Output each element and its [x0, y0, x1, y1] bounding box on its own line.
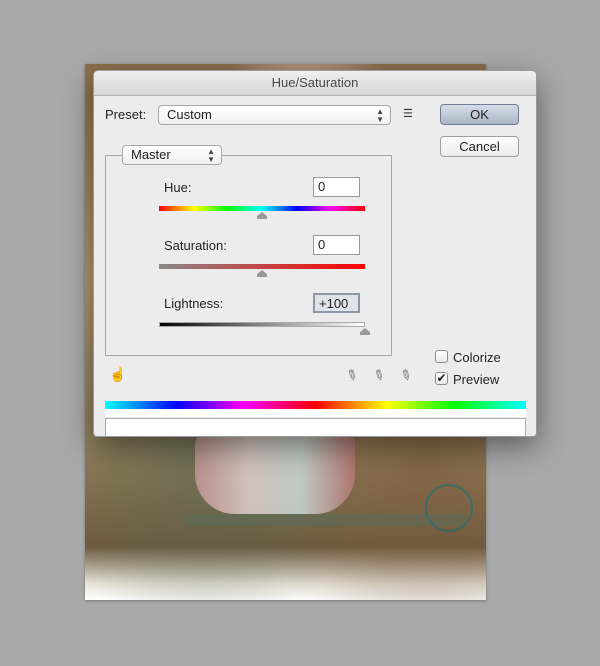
hue-slider-track[interactable] [159, 206, 365, 211]
image-detail-stamp [425, 484, 473, 532]
dialog-title[interactable]: Hue/Saturation [94, 71, 536, 96]
channel-value: Master [131, 147, 171, 162]
lightness-input[interactable]: +100 [313, 293, 360, 313]
lightness-label: Lightness: [164, 296, 224, 311]
ok-button[interactable]: OK [440, 104, 519, 125]
colorize-label[interactable]: Colorize [453, 350, 501, 365]
saturation-label: Saturation: [164, 238, 227, 253]
eyedropper-plus-icon[interactable]: ✎ [370, 365, 388, 386]
hue-saturation-dialog: Hue/Saturation Preset: Custom ▲ ▼ ☰ OK Ca… [93, 70, 537, 437]
spacer [105, 409, 526, 417]
lightness-slider-track[interactable] [159, 322, 365, 327]
cancel-button[interactable]: Cancel [440, 136, 519, 157]
saturation-input[interactable]: 0 [313, 235, 360, 255]
image-detail-strip [185, 514, 465, 526]
list-options-icon[interactable]: ☰ [403, 107, 413, 120]
preview-checkbox[interactable]: ✔ [435, 372, 448, 385]
eyedropper-icon[interactable]: ✎ [343, 365, 361, 386]
select-arrows-icon: ▲ ▼ [376, 107, 384, 124]
preset-select[interactable]: Custom ▲ ▼ [158, 105, 391, 125]
eyedropper-minus-icon[interactable]: ✎ [397, 365, 415, 386]
image-detail-figure [195, 434, 355, 514]
colorize-checkbox[interactable] [435, 350, 448, 363]
preset-value: Custom [167, 107, 212, 122]
hue-label: Hue: [164, 180, 192, 195]
saturation-slider-track[interactable] [159, 264, 365, 269]
result-color-bar [105, 418, 526, 436]
source-color-bar [105, 401, 526, 409]
preset-label: Preset: [105, 107, 147, 122]
select-arrows-icon: ▲ ▼ [207, 147, 215, 164]
channel-select[interactable]: Master ▲ ▼ [122, 145, 222, 165]
preview-label[interactable]: Preview [453, 372, 499, 387]
targeted-adjustment-hand-icon[interactable]: ☝ [109, 366, 126, 383]
hue-input[interactable]: 0 [313, 177, 360, 197]
